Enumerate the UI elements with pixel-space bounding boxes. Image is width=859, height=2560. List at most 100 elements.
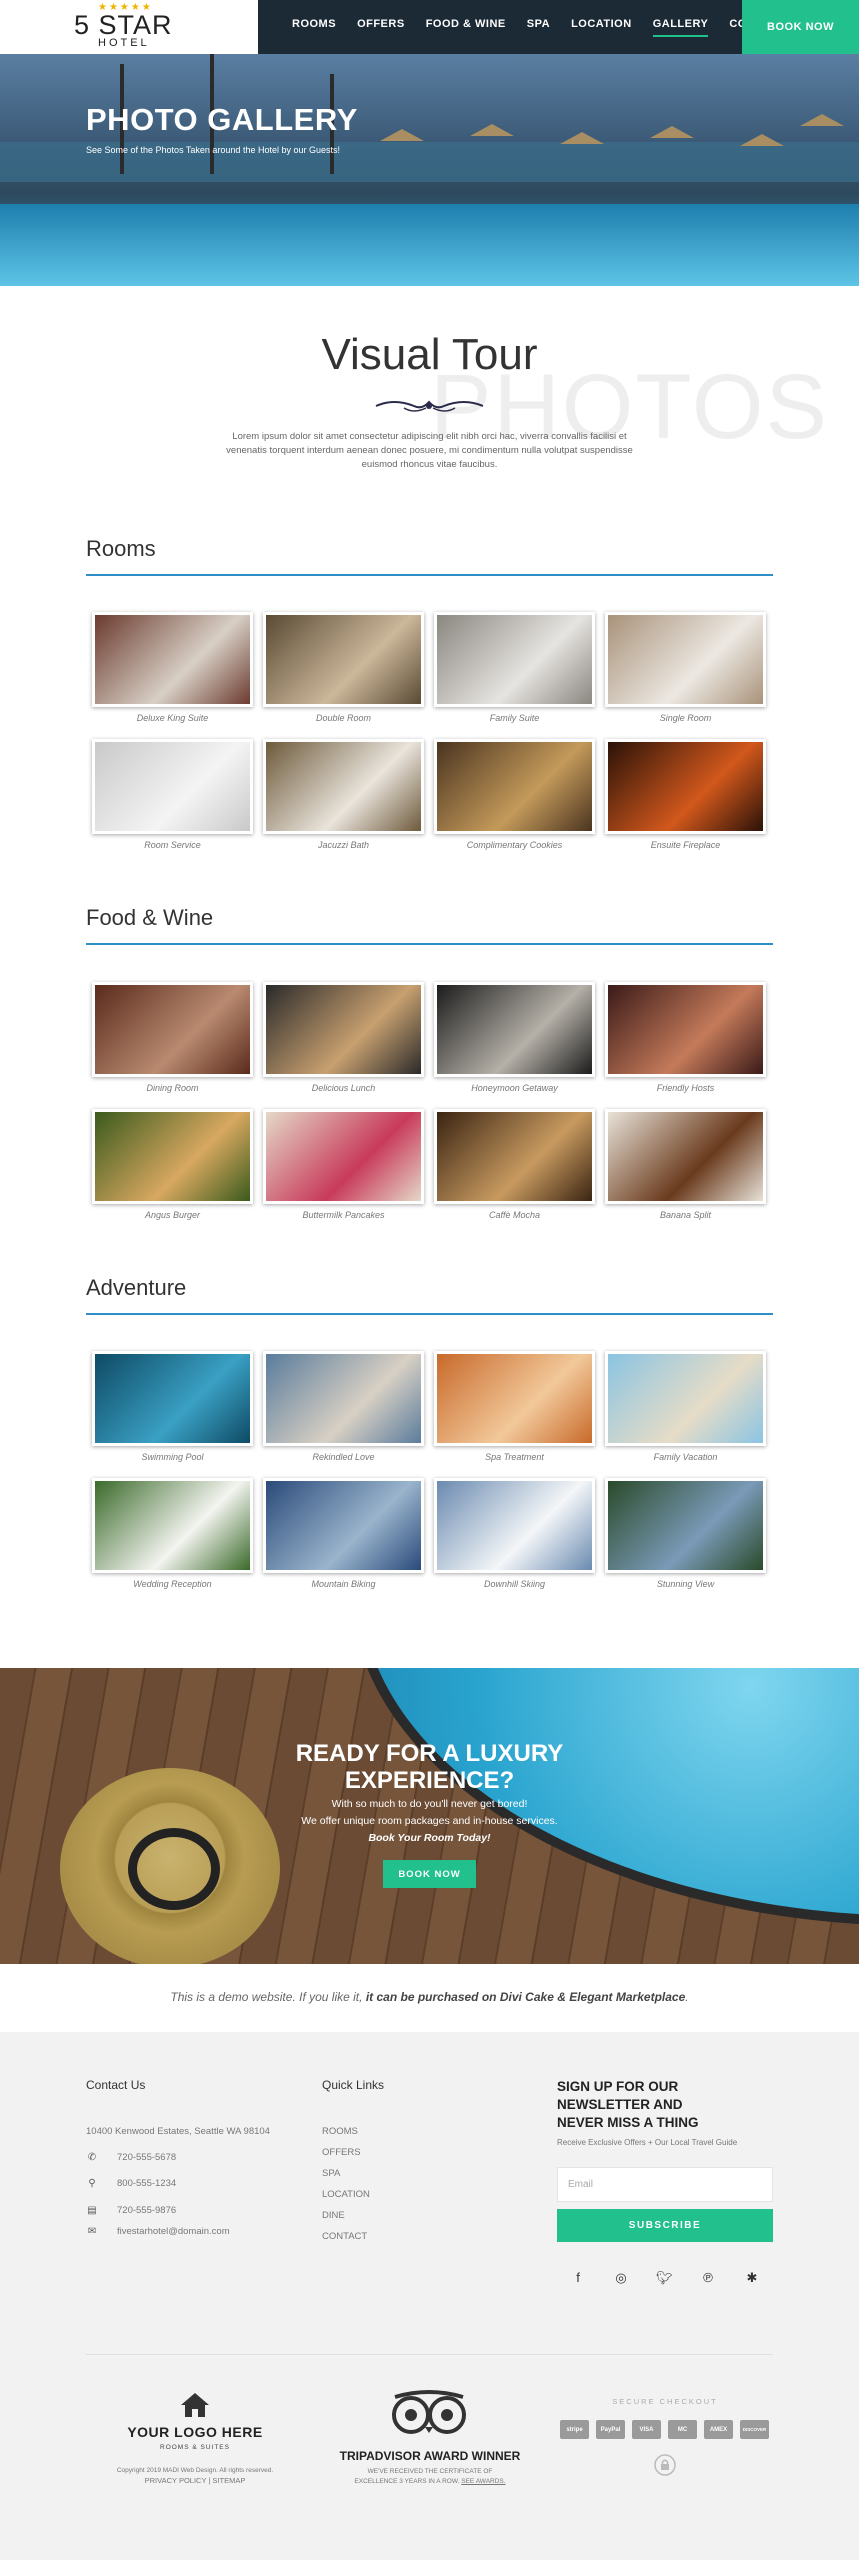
tripadvisor-line2-text: EXCELLENCE 3 YEARS IN A ROW. xyxy=(354,2478,460,2485)
gallery-item[interactable]: Family Suite xyxy=(434,612,595,739)
gallery-caption: Ensuite Fireplace xyxy=(650,840,721,850)
gallery-item[interactable]: Room Service xyxy=(92,739,253,866)
home-icon xyxy=(181,2393,209,2417)
gallery-caption: Complimentary Cookies xyxy=(466,840,563,850)
gallery-caption: Buttermilk Pancakes xyxy=(302,1210,385,1220)
yelp-icon[interactable]: ✱ xyxy=(744,2270,760,2286)
nav-spa[interactable]: SPA xyxy=(527,18,550,37)
gallery-photo-banana-split[interactable] xyxy=(605,1109,766,1204)
hero-subtitle: See Some of the Photos Taken around the … xyxy=(86,145,340,155)
footer-link-rooms[interactable]: ROOMS xyxy=(322,2126,358,2137)
gallery-item[interactable]: Downhill Skiing xyxy=(434,1478,595,1605)
amex-card-icon: AMEX xyxy=(704,2420,733,2439)
gallery-photo-jacuzzi-bath[interactable] xyxy=(263,739,424,834)
gallery-photo-caff-mocha[interactable] xyxy=(434,1109,595,1204)
gallery-item[interactable]: Dining Room xyxy=(92,982,253,1109)
gallery-item[interactable]: Family Vacation xyxy=(605,1351,766,1478)
gallery-item[interactable]: Delicious Lunch xyxy=(263,982,424,1109)
gallery-item[interactable]: Single Room xyxy=(605,612,766,739)
gallery-caption: Banana Split xyxy=(659,1210,712,1220)
contact-email[interactable]: fivestarhotel@domain.com xyxy=(117,2226,230,2237)
nav-gallery[interactable]: GALLERY xyxy=(652,18,709,37)
beach-umbrella xyxy=(380,129,424,141)
gallery-photo-spa-treatment[interactable] xyxy=(434,1351,595,1446)
gallery-photo-ensuite-fireplace[interactable] xyxy=(605,739,766,834)
see-awards-link[interactable]: SEE AWARDS. xyxy=(461,2478,505,2485)
gallery-photo-deluxe-king-suite[interactable] xyxy=(92,612,253,707)
subscribe-button[interactable]: SUBSCRIBE xyxy=(557,2209,773,2242)
twitter-icon[interactable]: 🐦︎ xyxy=(656,2270,673,2286)
gallery-photo-buttermilk-pancakes[interactable] xyxy=(263,1109,424,1204)
site-logo[interactable]: ★★★★★ 5 STAR HOTEL xyxy=(0,0,258,54)
gallery-photo-mountain-biking[interactable] xyxy=(263,1478,424,1573)
gallery-photo-friendly-hosts[interactable] xyxy=(605,982,766,1077)
nav-location[interactable]: LOCATION xyxy=(571,18,632,37)
gallery-item[interactable]: Ensuite Fireplace xyxy=(605,739,766,866)
beach-umbrella xyxy=(740,134,784,146)
gallery-photo-delicious-lunch[interactable] xyxy=(263,982,424,1077)
gallery-photo-complimentary-cookies[interactable] xyxy=(434,739,595,834)
gallery-photo-angus-burger[interactable] xyxy=(92,1109,253,1204)
gallery-caption: Room Service xyxy=(144,840,201,850)
gallery-item[interactable]: Jacuzzi Bath xyxy=(263,739,424,866)
footer-link-dine[interactable]: DINE xyxy=(322,2210,345,2221)
gallery-item[interactable]: Complimentary Cookies xyxy=(434,739,595,866)
newsletter-email-input[interactable]: Email xyxy=(557,2167,773,2202)
gallery-photo-wedding-reception[interactable] xyxy=(92,1478,253,1573)
gallery-item[interactable]: Rekindled Love xyxy=(263,1351,424,1478)
gallery-caption: Family Vacation xyxy=(653,1452,718,1462)
contact-phone2[interactable]: 800-555-1234 xyxy=(117,2178,176,2189)
gallery-item[interactable]: Mountain Biking xyxy=(263,1478,424,1605)
gallery-item[interactable]: Honeymoon Getaway xyxy=(434,982,595,1109)
mastercard-card-icon: MC xyxy=(668,2420,697,2439)
section-title-rooms: Rooms xyxy=(86,536,156,561)
footer-link-spa[interactable]: SPA xyxy=(322,2168,340,2179)
gallery-item[interactable]: Stunning View xyxy=(605,1478,766,1605)
beach-umbrella xyxy=(470,124,514,136)
gallery-item[interactable]: Wedding Reception xyxy=(92,1478,253,1605)
visual-tour-text: Lorem ipsum dolor sit amet consectetur a… xyxy=(226,431,633,470)
gallery-caption: Wedding Reception xyxy=(133,1579,212,1589)
privacy-sitemap-links[interactable]: PRIVACY POLICY | SITEMAP xyxy=(100,2476,290,2485)
contact-phone1[interactable]: 720-555-5678 xyxy=(117,2152,176,2163)
gallery-photo-downhill-skiing[interactable] xyxy=(434,1478,595,1573)
gallery-item[interactable]: Buttermilk Pancakes xyxy=(263,1109,424,1236)
footer-link-offers[interactable]: OFFERS xyxy=(322,2147,361,2158)
gallery-photo-swimming-pool[interactable] xyxy=(92,1351,253,1446)
newsletter-subtext: Receive Exclusive Offers + Our Local Tra… xyxy=(557,2138,738,2147)
gallery-photo-dining-room[interactable] xyxy=(92,982,253,1077)
gallery-photo-room-service[interactable] xyxy=(92,739,253,834)
gallery-photo-stunning-view[interactable] xyxy=(605,1478,766,1573)
gallery-item[interactable]: Angus Burger xyxy=(92,1109,253,1236)
gallery-item[interactable]: Spa Treatment xyxy=(434,1351,595,1478)
gallery-photo-rekindled-love[interactable] xyxy=(263,1351,424,1446)
email-icon: ✉ xyxy=(87,2226,97,2237)
gallery-photo-honeymoon-getaway[interactable] xyxy=(434,982,595,1077)
gallery-item[interactable]: Banana Split xyxy=(605,1109,766,1236)
luxury-book-now-button[interactable]: BOOK NOW xyxy=(383,1860,476,1888)
gallery-caption: Downhill Skiing xyxy=(483,1579,546,1589)
pinterest-icon[interactable]: ℗ xyxy=(700,2270,716,2285)
gallery-caption: Angus Burger xyxy=(144,1210,201,1220)
demo-note-link[interactable]: it can be purchased on Divi Cake & Elega… xyxy=(366,1990,685,2004)
gallery-photo-double-room[interactable] xyxy=(263,612,424,707)
gallery-caption: Honeymoon Getaway xyxy=(471,1083,558,1093)
gallery-item[interactable]: Double Room xyxy=(263,612,424,739)
footer-link-location[interactable]: LOCATION xyxy=(322,2189,370,2200)
nav-offers[interactable]: OFFERS xyxy=(357,18,405,37)
fax-icon: ▤ xyxy=(87,2205,97,2216)
gallery-photo-family-vacation[interactable] xyxy=(605,1351,766,1446)
gallery-caption: Delicious Lunch xyxy=(311,1083,376,1093)
nav-food-wine[interactable]: FOOD & WINE xyxy=(426,18,506,37)
footer-link-contact[interactable]: CONTACT xyxy=(322,2231,367,2242)
gallery-item[interactable]: Deluxe King Suite xyxy=(92,612,253,739)
instagram-icon[interactable]: ◎ xyxy=(613,2270,629,2286)
nav-rooms[interactable]: ROOMS xyxy=(292,18,336,37)
gallery-photo-single-room[interactable] xyxy=(605,612,766,707)
book-now-button[interactable]: BOOK NOW xyxy=(742,0,859,54)
gallery-item[interactable]: Swimming Pool xyxy=(92,1351,253,1478)
gallery-photo-family-suite[interactable] xyxy=(434,612,595,707)
gallery-item[interactable]: Friendly Hosts xyxy=(605,982,766,1109)
gallery-item[interactable]: Caffè Mocha xyxy=(434,1109,595,1236)
facebook-icon[interactable]: f xyxy=(570,2270,586,2285)
